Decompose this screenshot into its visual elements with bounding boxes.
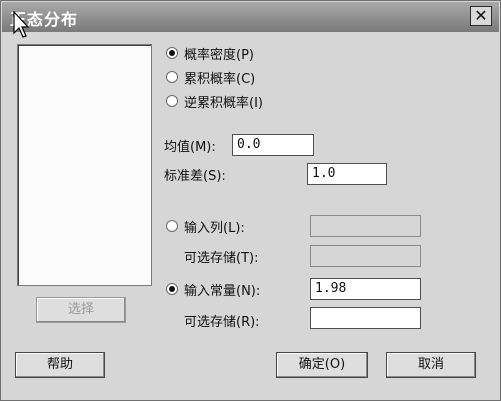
inverse-cumulative-label: 逆累积概率(I) [184,96,263,111]
sd-field[interactable]: 1.0 [307,163,387,185]
input-constant-field[interactable]: 1.98 [310,278,421,300]
normal-distribution-dialog: 正态分布 ✕ 选择 概率密度(P) 累积概率(C) 逆累积概率(I) 均值(M)… [0,0,501,401]
radio-selected-dot [169,286,175,292]
arrow-cursor-icon [13,11,29,38]
sd-label: 标准差(S): [164,169,226,184]
title-bar[interactable]: 正态分布 ✕ [2,2,499,32]
column-listbox[interactable] [17,44,152,286]
input-column-label: 输入列(L): [184,221,245,236]
close-button[interactable]: ✕ [470,6,492,26]
mean-label: 均值(M): [164,140,216,155]
radio-input-constant[interactable] [166,283,178,295]
column-store-field[interactable] [310,245,421,267]
radio-cumulative-probability[interactable] [166,71,178,83]
cumulative-probability-label: 累积概率(C) [184,72,256,87]
close-icon: ✕ [474,6,488,25]
radio-input-column[interactable] [166,220,178,232]
constant-store-label: 可选存储(R): [184,315,260,330]
cancel-button[interactable]: 取消 [386,352,476,378]
constant-store-field[interactable] [310,307,421,329]
input-constant-label: 输入常量(N): [184,284,261,299]
help-button[interactable]: 帮助 [15,352,105,378]
column-store-label: 可选存储(T): [184,251,259,266]
select-button[interactable]: 选择 [36,297,126,323]
radio-probability-density[interactable] [166,47,178,59]
radio-selected-dot [169,50,175,56]
radio-inverse-cumulative[interactable] [166,95,178,107]
mean-field[interactable]: 0.0 [232,134,314,156]
probability-density-label: 概率密度(P) [184,48,254,63]
input-column-field[interactable] [310,215,421,237]
ok-button[interactable]: 确定(O) [276,352,368,378]
